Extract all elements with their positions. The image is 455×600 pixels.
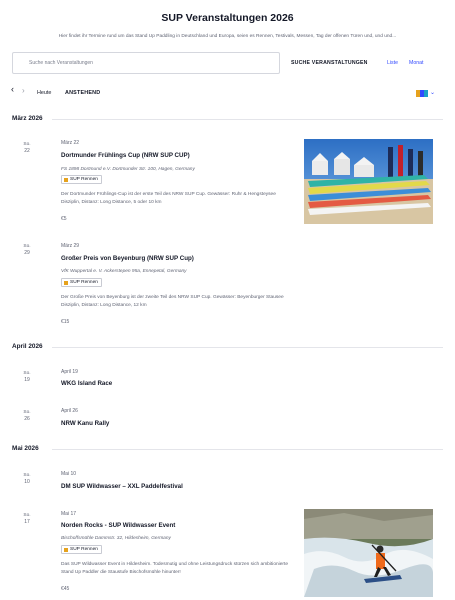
event-day-number: 26 [24,416,30,422]
event-category-tag[interactable]: SUP Rennen [61,278,102,287]
event-day: So. 22 [16,142,38,154]
month-divider [52,119,443,120]
event-venue: VfK Wuppertal e. V. Ackerstepen 95a, Enn… [61,269,187,274]
event-date: Mai 17 [61,511,77,517]
event-price: €45 [61,586,70,592]
month-divider [52,347,443,348]
event-category-label: SUP Rennen [70,177,98,182]
event-day: So. 26 [16,410,38,422]
view-selector-icon[interactable] [416,90,428,97]
event-image[interactable] [304,509,433,597]
page-intro: Hier findet ihr Termine rund um das Stan… [58,34,397,39]
event-category-tag[interactable]: SUP Rennen [61,175,102,184]
event-category-label: SUP Rennen [70,280,98,285]
event-image[interactable] [304,139,433,224]
event-venue: Bischoffsmühle Dammstr. 32, Hildesheim, … [61,536,171,541]
page-title: SUP Veranstaltungen 2026 [161,12,294,24]
event-price: €15 [61,319,70,325]
event-weekday: So. [23,410,31,415]
event-day-number: 19 [24,377,30,383]
event-description: Der Große Preis von Beyenburg ist der zw… [61,295,284,308]
event-date: Mai 10 [61,471,77,477]
event-day: So. 29 [16,244,38,256]
event-weekday: So. [23,371,31,376]
category-color-dot [64,177,68,182]
event-title[interactable]: DM SUP Wildwasser – XXL Paddelfestival [61,483,183,490]
event-category-label: SUP Rennen [70,547,98,552]
event-price: €5 [61,216,67,222]
view-list-link[interactable]: Liste [387,60,398,66]
chevron-right-icon[interactable]: › [22,86,25,95]
month-heading: Mai 2026 [12,445,39,452]
event-date: März 22 [61,140,80,146]
event-description: Der Dortmunder Frühlings-Cup ist der ers… [61,192,276,205]
event-day-number: 22 [24,148,30,154]
event-weekday: So. [23,513,31,518]
event-date: März 29 [61,243,80,249]
month-heading: April 2026 [12,343,43,350]
event-title[interactable]: Großer Preis von Beyenburg (NRW SUP Cup) [61,255,194,262]
event-title[interactable]: Norden Rocks - SUP Wildwasser Event [61,522,175,529]
event-title[interactable]: Dortmunder Frühlings Cup (NRW SUP CUP) [61,152,190,159]
month-heading: März 2026 [12,115,43,122]
month-divider [52,449,443,450]
event-day-number: 10 [24,479,30,485]
event-day: So. 19 [16,371,38,383]
event-weekday: So. [23,244,31,249]
today-button[interactable]: Heute [37,90,51,96]
event-day-number: 17 [24,519,30,525]
event-venue: FS 1898 Dortmund e.V. Dortmunder Str. 10… [61,167,195,172]
search-input[interactable] [13,53,279,73]
event-weekday: So. [23,473,31,478]
category-color-dot [64,547,68,552]
upcoming-label[interactable]: ANSTEHEND [65,90,100,96]
view-month-link[interactable]: Monat [409,60,423,66]
event-day: So. 17 [16,513,38,525]
event-day: So. 10 [16,473,38,485]
event-title[interactable]: NRW Kanu Rally [61,420,109,427]
event-description: Das SUP Wildwasser Event in Hildesheim. … [61,562,288,575]
sup-beach-photo [304,139,433,224]
event-weekday: So. [23,142,31,147]
event-day-number: 29 [24,250,30,256]
wildwater-sup-photo [304,509,433,597]
chevron-left-icon[interactable]: ‹ [11,84,14,94]
event-title[interactable]: WKG Island Race [61,380,112,387]
search-button[interactable]: SUCHE VERANSTALTUNGEN [291,60,368,66]
event-category-tag[interactable]: SUP Rennen [61,545,102,554]
search-field[interactable] [12,52,280,74]
chevron-down-icon[interactable]: ⌄ [430,89,435,96]
event-date: April 19 [61,369,78,375]
category-color-dot [64,280,68,285]
event-date: April 26 [61,408,78,414]
